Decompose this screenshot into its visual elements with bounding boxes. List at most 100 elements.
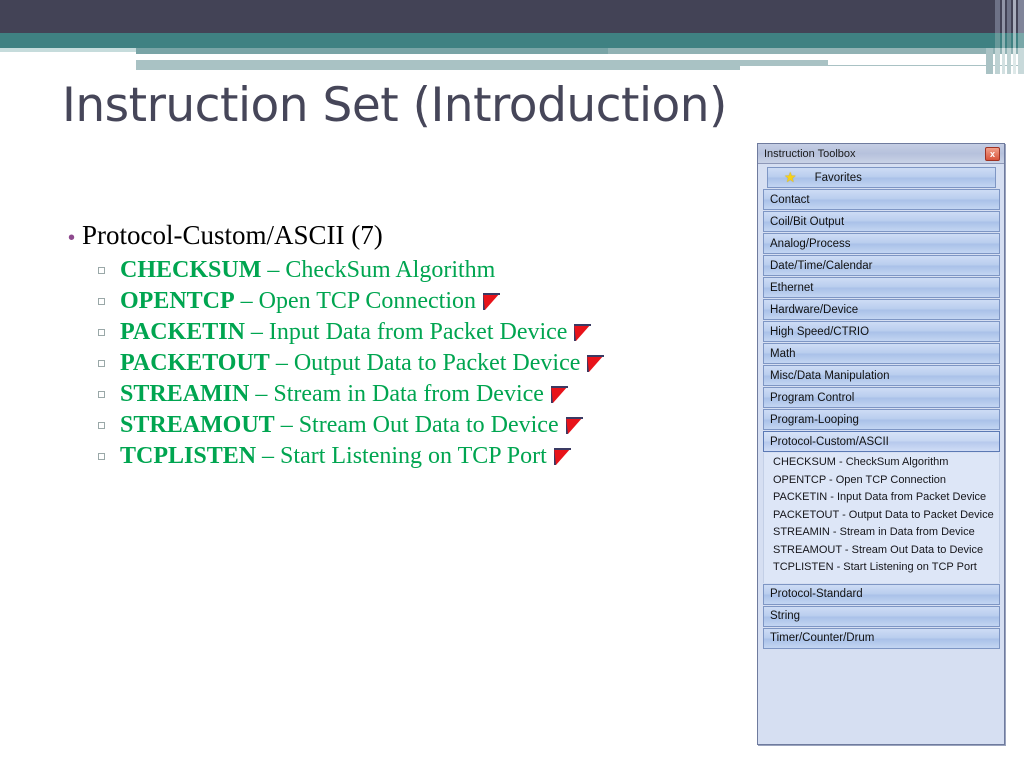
header-stripe-pale-5 <box>1013 48 1016 74</box>
toolbox-titlebar[interactable]: Instruction Toolbox x <box>758 144 1004 164</box>
new-flag-icon <box>483 293 500 310</box>
list-item: TCPLISTEN – Start Listening on TCP Port <box>98 441 762 472</box>
close-icon[interactable]: x <box>985 147 1000 161</box>
instruction-command: STREAMOUT <box>120 412 275 438</box>
instruction-line: STREAMIN – Stream in Data from Device <box>120 381 568 408</box>
instruction-command: STREAMIN <box>120 381 250 407</box>
instruction-command: CHECKSUM <box>120 257 262 283</box>
toolbox-instruction-item[interactable]: PACKETOUT - Output Data to Packet Device <box>773 509 994 523</box>
toolbox-category-timer-counter-drum[interactable]: Timer/Counter/Drum <box>763 627 1000 649</box>
list-item: PACKETIN – Input Data from Packet Device <box>98 317 762 348</box>
toolbox-category-label: Protocol-Custom/ASCII <box>770 435 889 448</box>
bullet-list: • Protocol-Custom/ASCII (7) CHECKSUM – C… <box>62 220 762 472</box>
toolbox-category-string[interactable]: String <box>763 605 1000 627</box>
toolbox-category-coil-bit-output[interactable]: Coil/Bit Output <box>763 211 1000 232</box>
bullet-square-icon <box>98 453 120 460</box>
toolbox-category-label: Protocol-Standard <box>770 588 863 600</box>
toolbox-category-program-looping[interactable]: Program-Looping <box>763 409 1000 430</box>
instruction-command: PACKETIN <box>120 319 245 345</box>
toolbox-title: Instruction Toolbox <box>764 147 856 160</box>
instruction-separator: – <box>261 257 286 283</box>
new-flag-icon <box>550 386 568 403</box>
toolbox-category-contact[interactable]: Contact <box>763 189 1000 210</box>
header-stripe-pale-1 <box>986 48 993 74</box>
header-stripe-teal-4 <box>1007 33 1011 48</box>
toolbox-category-label: Analog/Process <box>770 237 851 250</box>
header-stripe-pale-3 <box>1002 48 1005 74</box>
toolbox-instruction-list: CHECKSUM - CheckSum Algorithm OPENTCP - … <box>763 453 1000 583</box>
toolbox-category-label: Ethernet <box>770 281 814 294</box>
new-flag-icon <box>587 355 605 372</box>
toolbox-instruction-item[interactable]: TCPLISTEN - Start Listening on TCP Port <box>773 561 994 575</box>
toolbox-instruction-item[interactable]: OPENTCP - Open TCP Connection <box>773 474 994 488</box>
toolbox-category-protocol-standard[interactable]: Protocol-Standard <box>763 583 1000 605</box>
list-item: STREAMOUT – Stream Out Data to Device <box>98 410 762 441</box>
toolbox-category-label: Coil/Bit Output <box>770 215 845 228</box>
bullet-square-icon <box>98 360 120 367</box>
new-flag-icon <box>574 324 592 341</box>
instruction-line: STREAMOUT – Stream Out Data to Device <box>120 412 583 439</box>
instruction-command: TCPLISTEN <box>120 443 257 469</box>
toolbox-category-math[interactable]: Math <box>763 343 1000 364</box>
list-item-level1: • Protocol-Custom/ASCII (7) <box>62 220 762 251</box>
toolbox-category-label: Favorites <box>814 171 862 184</box>
toolbox-instruction-item[interactable]: CHECKSUM - CheckSum Algorithm <box>773 456 994 470</box>
instruction-separator: – <box>234 288 259 314</box>
toolbox-category-label: Timer/Counter/Drum <box>770 632 875 644</box>
instruction-line: OPENTCP – Open TCP Connection <box>120 288 500 315</box>
instruction-description: Output Data to Packet Device <box>293 350 581 376</box>
toolbox-category-label: Date/Time/Calendar <box>770 259 873 272</box>
bullet-square-icon <box>98 267 120 274</box>
bullet-square-icon <box>98 298 120 305</box>
toolbox-category-hardware-device[interactable]: Hardware/Device <box>763 299 1000 320</box>
new-flag-icon <box>553 448 571 465</box>
toolbox-instruction-item[interactable]: STREAMOUT - Stream Out Data to Device <box>773 544 994 558</box>
toolbox-category-favorites[interactable]: ★ Favorites <box>767 167 996 188</box>
toolbox-category-label: Program-Looping <box>770 413 859 426</box>
header-stripe-teal-6 <box>1018 33 1024 48</box>
toolbox-category-label: Hardware/Device <box>770 303 859 316</box>
instruction-separator: – <box>249 381 274 407</box>
header-stripe-teal-1 <box>986 33 993 48</box>
toolbox-instruction-item[interactable]: STREAMIN - Stream in Data from Device <box>773 526 994 540</box>
header-stripe-teal-2 <box>995 33 1000 48</box>
instruction-line: CHECKSUM – CheckSum Algorithm <box>120 257 495 284</box>
instruction-line: PACKETIN – Input Data from Packet Device <box>120 319 592 346</box>
header-band-pale-left <box>0 48 136 52</box>
toolbox-category-ethernet[interactable]: Ethernet <box>763 277 1000 298</box>
instruction-description: Open TCP Connection <box>258 288 476 314</box>
toolbox-instruction-item[interactable]: PACKETIN - Input Data from Packet Device <box>773 491 994 505</box>
instruction-description: CheckSum Algorithm <box>285 257 496 283</box>
instruction-description: Input Data from Packet Device <box>268 319 568 345</box>
toolbox-category-label: Misc/Data Manipulation <box>770 369 890 382</box>
toolbox-category-date-time-calendar[interactable]: Date/Time/Calendar <box>763 255 1000 276</box>
toolbox-category-protocol-custom-ascii[interactable]: Protocol-Custom/ASCII <box>763 431 1000 452</box>
instruction-separator: – <box>244 319 269 345</box>
toolbox-category-program-control[interactable]: Program Control <box>763 387 1000 408</box>
header-stripe-pale-2 <box>995 48 1000 74</box>
bullet-square-icon <box>98 329 120 336</box>
header-stripe-pale-6 <box>1018 48 1024 74</box>
toolbox-category-label: Contact <box>770 193 810 206</box>
toolbox-category-label: Math <box>770 347 796 360</box>
slide-canvas: Instruction Set (Introduction) • Protoco… <box>0 0 1024 768</box>
toolbox-category-misc-data-manipulation[interactable]: Misc/Data Manipulation <box>763 365 1000 386</box>
page-title: Instruction Set (Introduction) <box>62 78 727 133</box>
instruction-separator: – <box>274 412 299 438</box>
list-item: PACKETOUT – Output Data to Packet Device <box>98 348 762 379</box>
instruction-description: Stream in Data from Device <box>273 381 544 407</box>
star-icon: ★ <box>784 169 797 185</box>
list-item: STREAMIN – Stream in Data from Device <box>98 379 762 410</box>
toolbox-category-high-speed-ctrio[interactable]: High Speed/CTRIO <box>763 321 1000 342</box>
instruction-toolbox-window: Instruction Toolbox x ★ Favorites Contac… <box>757 143 1005 745</box>
toolbox-category-analog-process[interactable]: Analog/Process <box>763 233 1000 254</box>
list-item: CHECKSUM – CheckSum Algorithm <box>98 255 762 286</box>
new-flag-icon <box>565 417 583 434</box>
toolbox-category-label: String <box>770 610 801 622</box>
toolbox-category-label: High Speed/CTRIO <box>770 325 870 338</box>
instruction-description: Start Listening on TCP Port <box>280 443 547 469</box>
toolbox-body: ★ Favorites Contact Coil/Bit Output Anal… <box>758 164 1004 744</box>
instruction-line: TCPLISTEN – Start Listening on TCP Port <box>120 443 571 470</box>
instruction-line: PACKETOUT – Output Data to Packet Device <box>120 350 605 377</box>
instruction-description: Stream Out Data to Device <box>298 412 559 438</box>
